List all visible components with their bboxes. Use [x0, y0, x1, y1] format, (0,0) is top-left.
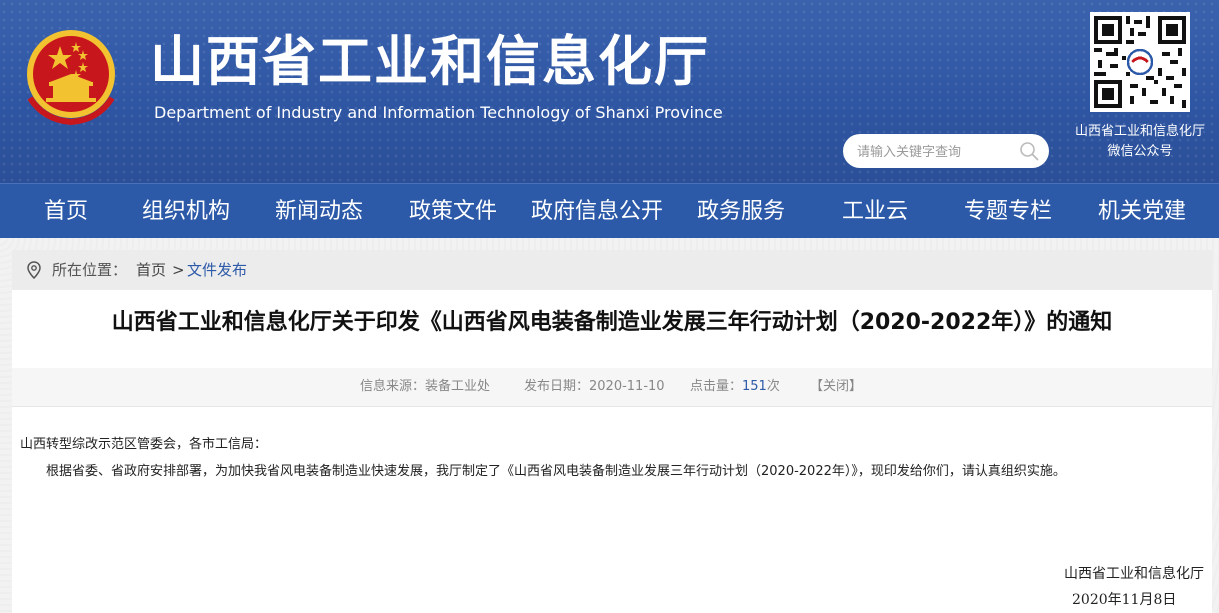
breadcrumb: 所在位置： 首页 > 文件发布 — [12, 250, 1212, 290]
search-input[interactable] — [855, 141, 1019, 163]
site-header: 山西省工业和信息化厅 Department of Industry and In… — [0, 0, 1219, 183]
nav-item-home[interactable]: 首页 — [44, 184, 88, 239]
nav-item-party[interactable]: 机关党建 — [1098, 184, 1186, 239]
article-salutation: 山西转型综改示范区管委会，各市工信局： — [20, 437, 268, 452]
breadcrumb-label: 所在位置： — [52, 261, 128, 279]
site-title: 山西省工业和信息化厅 — [150, 30, 710, 93]
meta-views-value: 151 — [742, 379, 767, 394]
meta-date-label: 发布日期： — [524, 379, 590, 394]
wechat-qr-code — [1090, 12, 1190, 112]
nav-item-industry-cloud[interactable]: 工业云 — [842, 184, 908, 239]
main-nav: 首页 组织机构 新闻动态 政策文件 政府信息公开 政务服务 工业云 专题专栏 机… — [0, 183, 1219, 239]
meta-views-label: 点击量： — [690, 379, 743, 394]
article-signature: 山西省工业和信息化厅 — [1064, 566, 1204, 582]
nav-item-services[interactable]: 政务服务 — [697, 184, 785, 239]
meta-source-value: 装备工业处 — [425, 379, 491, 394]
location-pin-icon — [27, 261, 41, 279]
breadcrumb-home[interactable]: 首页 — [136, 250, 166, 290]
article-sign-date: 2020年11月8日 — [1072, 592, 1177, 608]
meta-views: 点击量：151次 — [690, 368, 780, 406]
search-icon[interactable] — [1018, 140, 1040, 162]
meta-source-label: 信息来源： — [360, 379, 426, 394]
meta-source: 信息来源：装备工业处 — [360, 368, 490, 406]
site-subtitle: Department of Industry and Information T… — [154, 103, 723, 122]
nav-item-news[interactable]: 新闻动态 — [275, 184, 363, 239]
nav-item-organization[interactable]: 组织机构 — [142, 184, 230, 239]
nav-item-gov-info[interactable]: 政府信息公开 — [531, 184, 663, 239]
meta-date: 发布日期：2020-11-10 — [524, 368, 665, 406]
national-emblem-icon — [27, 30, 115, 126]
qr-caption: 山西省工业和信息化厅 微信公众号 — [1052, 122, 1219, 162]
qr-caption-line1: 山西省工业和信息化厅 — [1074, 124, 1205, 139]
nav-item-policy[interactable]: 政策文件 — [409, 184, 497, 239]
qr-caption-line2: 微信公众号 — [1107, 144, 1173, 159]
meta-views-unit: 次 — [766, 379, 780, 394]
close-button[interactable]: 【关闭】 — [810, 368, 862, 406]
search-box — [843, 134, 1049, 168]
breadcrumb-separator: > — [172, 261, 185, 279]
article-meta: 信息来源：装备工业处 发布日期：2020-11-10 点击量：151次 【关闭】 — [12, 368, 1212, 407]
nav-item-special-topics[interactable]: 专题专栏 — [964, 184, 1052, 239]
article-title: 山西省工业和信息化厅关于印发《山西省风电装备制造业发展三年行动计划（2020-2… — [111, 310, 1113, 335]
meta-date-value: 2020-11-10 — [589, 379, 665, 394]
article-body: 根据省委、省政府安排部署，为加快我省风电装备制造业快速发展，我厅制定了《山西省风… — [46, 464, 1066, 479]
breadcrumb-current[interactable]: 文件发布 — [187, 250, 247, 290]
